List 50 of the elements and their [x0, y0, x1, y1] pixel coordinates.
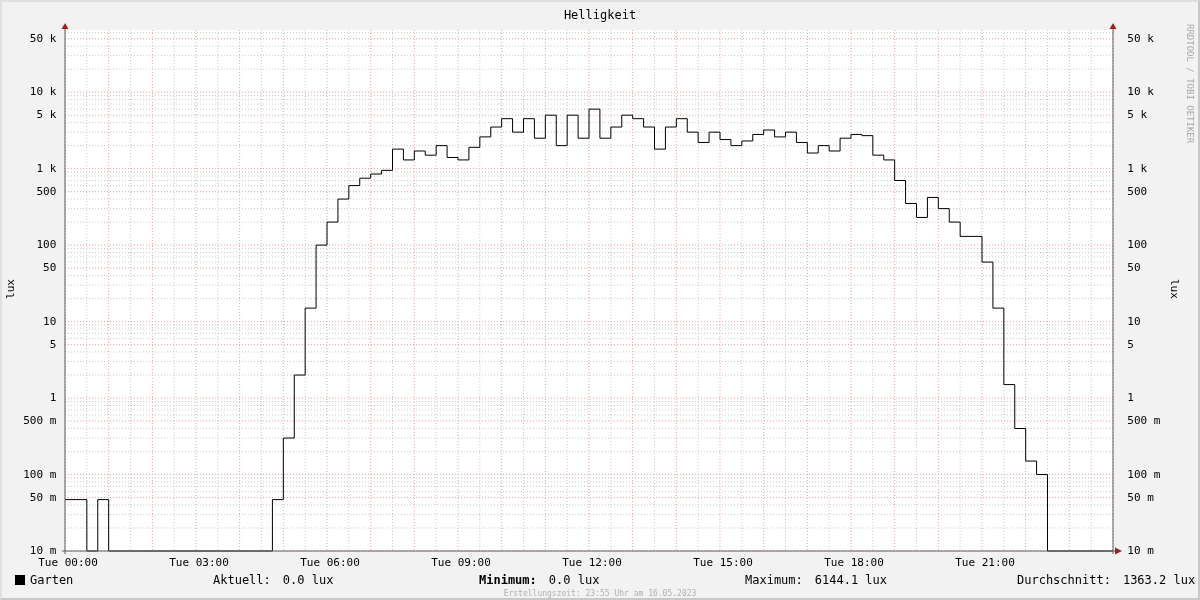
tick-label: 50 m [1127, 491, 1154, 504]
tick-label: 100 [1127, 239, 1148, 252]
stat-label: Durchschnitt: [1017, 573, 1111, 587]
legend-swatch [15, 575, 25, 585]
tick-label: Tue 03:00 [169, 556, 229, 569]
tick-label: 5 [1127, 338, 1134, 351]
tick-label: 100 m [23, 468, 57, 481]
tick-label: 5 k [1127, 109, 1148, 122]
tick-label: 10 k [1127, 86, 1154, 99]
tick-label: 1 k [36, 162, 57, 175]
tick-label: 1 k [1127, 162, 1148, 175]
axis-label: lux [1167, 278, 1181, 299]
stat-value: 0.0 lux [548, 573, 600, 587]
tick-label: Tue 18:00 [824, 556, 884, 569]
tick-label: 500 m [1127, 415, 1161, 428]
tick-label: 100 [36, 239, 57, 252]
tick-label: 50 k [29, 32, 57, 45]
tick-label: 500 m [23, 415, 57, 428]
tick-label: 50 k [1127, 32, 1154, 45]
tick-label: 5 [49, 338, 57, 351]
stat-label: Aktuell: [213, 573, 271, 587]
tick-label: 50 [43, 262, 57, 275]
tick-label: 500 [1127, 185, 1148, 198]
tick-label: 10 k [29, 86, 57, 99]
tick-label: Tue 21:00 [955, 556, 1015, 569]
stat-value: 1363.2 lux [1122, 573, 1196, 587]
chart-title: Helligkeit [563, 8, 637, 22]
tick-label: 10 [43, 315, 57, 328]
stat-value: 0.0 lux [282, 573, 334, 587]
tick-label: Tue 15:00 [693, 556, 753, 569]
legend-label: Garten [30, 573, 74, 587]
tick-label: 500 [36, 185, 57, 198]
axis-label: lux [4, 278, 18, 299]
tick-label: 1 [49, 392, 57, 405]
credit-text: RRDTOOL / TOBI OETIKER [1185, 24, 1196, 144]
tick-label: Tue 06:00 [300, 556, 360, 569]
tick-label: Tue 12:00 [562, 556, 622, 569]
tick-label: Tue 00:00 [38, 556, 98, 569]
tick-label: 1 [1127, 392, 1134, 405]
tick-label: 50 m [29, 491, 57, 504]
tick-label: 5 k [36, 109, 57, 122]
stat-label: Minimum: [479, 573, 537, 587]
tick-label: Tue 09:00 [431, 556, 491, 569]
tick-label: 10 m [1127, 545, 1154, 557]
tick-label: 100 m [1127, 468, 1161, 481]
stat-value: 6144.1 lux [814, 573, 888, 587]
stat-label: Maximum: [745, 573, 803, 587]
tick-label: 50 [1127, 262, 1141, 275]
tick-label: 10 m [29, 545, 57, 557]
tick-label: 10 [1127, 315, 1141, 328]
